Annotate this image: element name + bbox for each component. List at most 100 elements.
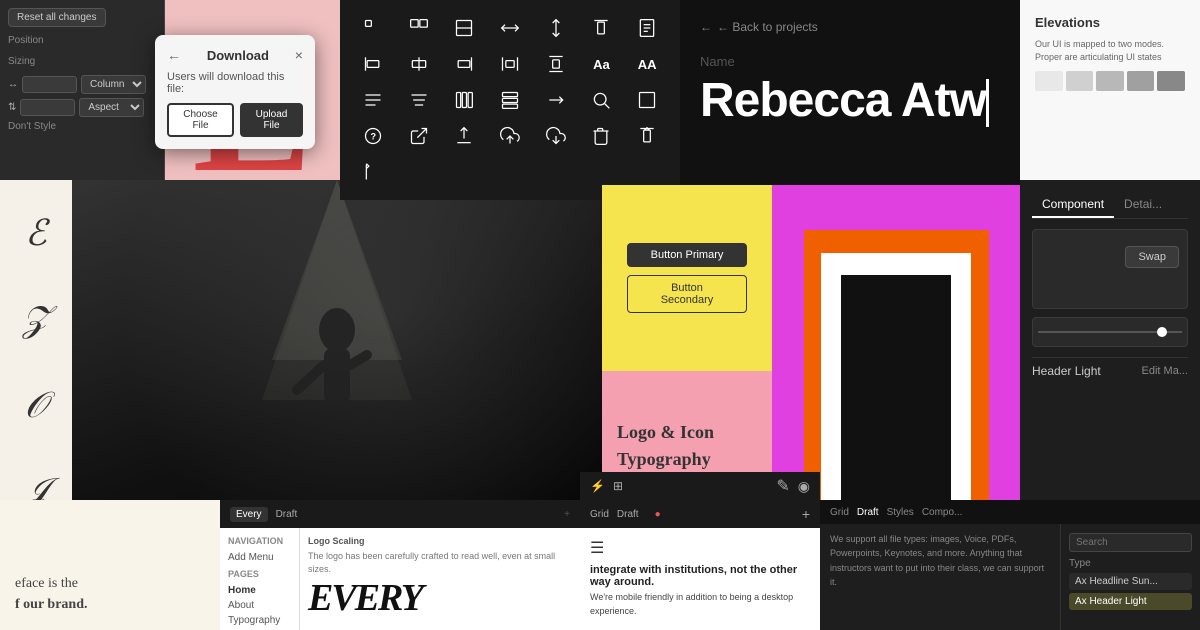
logo-scaling-text: The logo has been carefully crafted to r… [308,550,572,575]
text-size-sm-icon[interactable]: Aa [583,46,619,82]
dialog-header: ← Download × [167,47,303,63]
letter-o: 𝒪 [25,387,48,423]
mobile-tab-draft[interactable]: Draft [617,509,639,520]
back-to-projects-link[interactable]: ← ← Back to projects [700,20,1000,34]
eye-icon[interactable]: ◉ [798,478,810,495]
download-icon[interactable] [538,118,574,154]
svg-text:?: ? [370,131,376,141]
external-link-icon[interactable] [401,118,437,154]
elevation-bar-3 [1096,71,1124,91]
crop-icon[interactable] [629,82,665,118]
button-primary[interactable]: Button Primary [627,243,747,267]
frame-icon[interactable] [355,10,391,46]
main-container: Reset all changes Position Sizing ↔ 5 co… [0,0,1200,630]
ratio-type-select[interactable]: Aspect [79,98,144,117]
align-center-h-icon[interactable] [401,46,437,82]
pull-down-icon[interactable] [446,118,482,154]
design-search-input[interactable] [1069,533,1192,552]
header-light-label: Header Light [1032,364,1101,378]
header-light-option[interactable]: Ax Header Light [1069,593,1192,610]
sizing-label: Sizing [8,56,35,67]
reset-button[interactable]: Reset all changes [8,8,106,27]
choose-file-button[interactable]: Choose File [167,103,234,137]
download-dialog: ← Download × Users will download this fi… [155,35,315,149]
search-icon[interactable] [583,82,619,118]
rows-icon[interactable] [492,82,528,118]
frame5-icon[interactable] [538,10,574,46]
dialog-buttons: Choose File Upload File [167,103,303,137]
mobile-plus-icon[interactable]: + [802,506,810,522]
position-label: Position [8,35,156,46]
ratio-icon: ⇅ [8,102,16,113]
tab-component[interactable]: Component [1032,192,1114,218]
col-type-select[interactable]: Columns [81,75,146,94]
dr-tab-draft[interactable]: Draft [857,507,879,518]
distribute-h-icon[interactable] [492,46,528,82]
ratio-input[interactable]: 4:3 [20,99,75,116]
frame2-icon[interactable] [401,10,437,46]
hamburger-icon[interactable]: ☰ [590,538,810,558]
distribute-v-icon[interactable] [538,46,574,82]
page-icon[interactable] [629,10,665,46]
dialog-description: Users will download this file: [167,71,303,95]
icon-grid-panel: Aa AA ? [340,0,680,200]
align-text-top-icon[interactable] [629,118,665,154]
name-field-value[interactable]: Rebecca Atw [700,77,1000,127]
dr-tab-grid[interactable]: Grid [830,507,849,518]
grid-icon[interactable]: ⊞ [613,479,623,493]
dash-icon[interactable] [538,82,574,118]
list-left-icon[interactable] [355,82,391,118]
mobile-ui-panel: Grid Draft ● + ☰ integrate with institut… [580,500,820,630]
sizing-row: Sizing [8,50,156,71]
slider-thumb [1157,327,1167,337]
every-tab-every[interactable]: Every [230,507,268,522]
mobile-content-title: integrate with institutions, not the oth… [590,564,810,588]
frame3-icon[interactable] [446,10,482,46]
nav-typography[interactable]: Typography [228,613,291,628]
font-sample-text1: eface is the [15,573,205,594]
columns-icon[interactable] [446,82,482,118]
headline-option[interactable]: Ax Headline Sun... [1069,573,1192,590]
col-icon: ↔ [8,79,18,90]
mobile-tab-grid[interactable]: Grid [590,509,609,520]
plus-icon[interactable]: + [564,509,570,520]
dr-tab-styles[interactable]: Styles [887,507,914,518]
mobile-content-text: We're mobile friendly in addition to bei… [590,591,810,618]
tab-detail[interactable]: Detai... [1114,192,1172,218]
edit-main-button[interactable]: Edit Ma... [1142,365,1188,377]
button-secondary[interactable]: Button Secondary [627,275,747,313]
col-input[interactable]: 5 col [22,76,77,93]
nav-home[interactable]: Home [228,583,291,598]
every-tab-draft[interactable]: Draft [276,509,298,520]
close-icon[interactable]: × [295,47,303,63]
dr-tab-components[interactable]: Compo... [922,507,963,518]
nav-add-menu[interactable]: Add Menu [228,550,291,565]
nav-title: Navigation [228,536,291,546]
logo-section-label: Logo Scaling [308,536,572,546]
align-right-icon[interactable] [446,46,482,82]
component-slider[interactable] [1032,317,1188,347]
text-size-lg-icon[interactable]: AA [629,46,665,82]
trash-icon[interactable] [583,118,619,154]
align-top-icon[interactable] [583,10,619,46]
list-center-icon[interactable] [401,82,437,118]
edit-icon[interactable]: ✎ [776,476,789,496]
elevation-bar-1 [1035,71,1063,91]
every-ui-panel: Every Draft + Navigation Add Menu Pages … [220,500,580,630]
elevation-bars [1035,71,1185,91]
dialog-title: Download [207,48,269,63]
nav-about[interactable]: About [228,598,291,613]
frame4-icon[interactable] [492,10,528,46]
align-left-icon[interactable] [355,46,391,82]
align-left2-icon[interactable] [355,154,391,190]
brand-logo-icon: Logo & Icon [617,420,714,445]
swap-button[interactable]: Swap [1125,246,1179,268]
upload-file-button[interactable]: Upload File [240,103,303,137]
design-right-panel: Grid Draft Styles Compo... We support al… [820,500,1200,630]
lightning-icon[interactable]: ⚡ [590,479,605,493]
help-circle-icon[interactable]: ? [355,118,391,154]
back-arrow[interactable]: ← [167,47,181,63]
upload-icon[interactable] [492,118,528,154]
font-sample-text2: f our brand. [15,594,205,615]
red-dot-icon: ● [655,509,661,520]
